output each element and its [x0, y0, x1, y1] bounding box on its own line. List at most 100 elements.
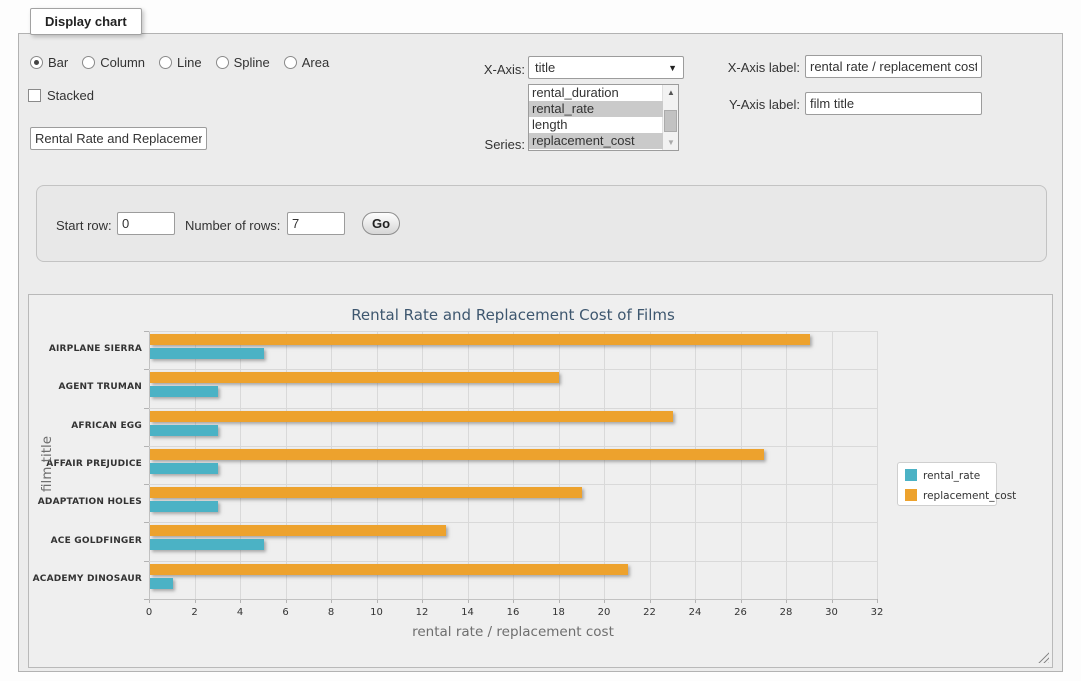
num-rows-label: Number of rows: [185, 218, 280, 233]
resize-handle-icon[interactable] [1037, 651, 1049, 663]
series-option-rental_duration[interactable]: rental_duration [529, 85, 663, 101]
chart-type-label: Area [302, 55, 329, 70]
bar-replacement_cost-5[interactable] [150, 525, 446, 536]
x-axis-select[interactable]: title ▼ [528, 56, 684, 79]
scrollbar-thumb[interactable] [664, 110, 677, 132]
gridline-v [513, 331, 514, 599]
x-tick-label: 2 [180, 607, 210, 618]
x-tick-label: 28 [771, 607, 801, 618]
gridline-v [468, 331, 469, 599]
bar-replacement_cost-3[interactable] [150, 449, 764, 460]
stacked-checkbox[interactable] [28, 89, 41, 102]
bar-rental_rate-5[interactable] [150, 539, 264, 550]
x-tick-label: 32 [862, 607, 892, 618]
bar-rental_rate-2[interactable] [150, 425, 218, 436]
fieldset-legend: Display chart [30, 8, 142, 35]
x-tick-label: 24 [680, 607, 710, 618]
radio-icon[interactable] [284, 56, 297, 69]
radio-icon[interactable] [82, 56, 95, 69]
bar-rental_rate-3[interactable] [150, 463, 218, 474]
x-tick-label: 4 [225, 607, 255, 618]
chart-type-bar[interactable]: Bar [30, 55, 68, 70]
bar-replacement_cost-1[interactable] [150, 372, 559, 383]
go-button[interactable]: Go [362, 212, 400, 235]
legend-label: replacement_cost [923, 490, 1016, 502]
chart-type-label: Spline [234, 55, 270, 70]
gridline-v [604, 331, 605, 599]
gridline-v [240, 331, 241, 599]
chart-type-radio-group: Bar Column Line Spline Area [30, 55, 329, 70]
bar-rental_rate-6[interactable] [150, 578, 173, 589]
x-tick-label: 20 [589, 607, 619, 618]
gridline-v [741, 331, 742, 599]
x-tick-label: 0 [134, 607, 164, 618]
gridline-h [149, 561, 877, 562]
gridline-h [149, 331, 877, 332]
stacked-checkbox-row[interactable]: Stacked [28, 88, 94, 103]
x-tick-label: 6 [271, 607, 301, 618]
gridline-v [377, 331, 378, 599]
gridline-v [331, 331, 332, 599]
chart-type-line[interactable]: Line [159, 55, 202, 70]
x-axis-select-value: title [535, 60, 668, 75]
y-axis-title: film title [39, 384, 55, 544]
legend-item-replacement_cost[interactable]: replacement_cost [905, 489, 997, 503]
x-axis-title: rental rate / replacement cost [149, 624, 877, 640]
series-option-length[interactable]: length [529, 117, 663, 133]
chart-type-label: Column [100, 55, 145, 70]
chart-type-column[interactable]: Column [82, 55, 145, 70]
gridline-h [149, 484, 877, 485]
series-option-rental_rate[interactable]: rental_rate [529, 101, 663, 117]
chart-title: Rental Rate and Replacement Cost of Film… [149, 306, 877, 324]
radio-icon[interactable] [159, 56, 172, 69]
bar-replacement_cost-0[interactable] [150, 334, 810, 345]
bar-replacement_cost-6[interactable] [150, 564, 628, 575]
series-multiselect[interactable]: ▲ ▼ rental_durationrental_ratelengthrepl… [528, 84, 679, 151]
y-tick-mark [144, 522, 149, 523]
x-axis-label-input[interactable] [805, 55, 982, 78]
listbox-scrollbar[interactable]: ▲ ▼ [662, 85, 678, 150]
x-tick-mark [877, 599, 878, 603]
bar-replacement_cost-4[interactable] [150, 487, 582, 498]
chart-title-input[interactable] [30, 127, 207, 150]
legend-item-rental_rate[interactable]: rental_rate [905, 469, 997, 483]
y-tick-mark [144, 561, 149, 562]
legend-swatch [905, 489, 917, 501]
x-tick-label: 16 [498, 607, 528, 618]
y-tick-mark [144, 369, 149, 370]
start-row-input[interactable] [117, 212, 175, 235]
dropdown-arrow-icon: ▼ [668, 63, 677, 73]
bar-rental_rate-0[interactable] [150, 348, 264, 359]
x-tick-label: 14 [453, 607, 483, 618]
gridline-v [422, 331, 423, 599]
chart-type-spline[interactable]: Spline [216, 55, 270, 70]
stacked-label: Stacked [47, 88, 94, 103]
scrollbar-up-icon[interactable]: ▲ [663, 85, 679, 100]
gridline-v [786, 331, 787, 599]
series-select-label: Series: [420, 137, 525, 152]
y-tick-mark [144, 408, 149, 409]
x-tick-label: 30 [817, 607, 847, 618]
bar-replacement_cost-2[interactable] [150, 411, 673, 422]
chart-type-area[interactable]: Area [284, 55, 329, 70]
gridline-h [149, 369, 877, 370]
gridline-h [149, 522, 877, 523]
y-axis-label-input[interactable] [805, 92, 982, 115]
num-rows-input[interactable] [287, 212, 345, 235]
gridline-v [695, 331, 696, 599]
bar-rental_rate-1[interactable] [150, 386, 218, 397]
series-option-replacement_cost[interactable]: replacement_cost [529, 133, 663, 149]
gridline-h [149, 446, 877, 447]
legend-swatch [905, 469, 917, 481]
x-tick-label: 8 [316, 607, 346, 618]
x-axis-select-label: X-Axis: [420, 62, 525, 77]
gridline-h [149, 408, 877, 409]
y-tick-mark [144, 484, 149, 485]
scrollbar-down-icon[interactable]: ▼ [663, 135, 679, 150]
gridline-v [286, 331, 287, 599]
gridline-v [559, 331, 560, 599]
bar-rental_rate-4[interactable] [150, 501, 218, 512]
radio-icon[interactable] [216, 56, 229, 69]
chart-type-label: Bar [48, 55, 68, 70]
radio-icon[interactable] [30, 56, 43, 69]
